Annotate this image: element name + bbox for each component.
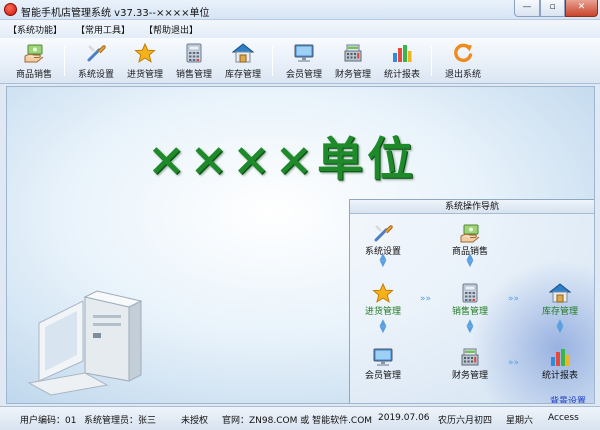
- star-icon: [134, 42, 156, 63]
- nav-label: 会员管理: [364, 371, 401, 381]
- nav-label: 统计报表: [541, 371, 578, 381]
- toolbar-label: 进货管理: [126, 70, 163, 80]
- product-sales-button[interactable]: 商品销售: [6, 40, 62, 82]
- nav-label: 进货管理: [364, 307, 401, 317]
- system-settings-button[interactable]: 系统设置: [68, 40, 124, 82]
- cash-register-icon: [344, 44, 362, 62]
- status-lunar-date: 农历六月初四: [438, 416, 493, 426]
- warehouse-icon: [549, 283, 571, 303]
- flow-arrow-down-icon: ▲ ▼: [379, 252, 387, 269]
- bar-chart-icon: [551, 349, 570, 366]
- status-bar: 用户编码：01 系统管理员：张三 未授权 官网：ZN98.COM 或 智能软件.…: [0, 406, 600, 430]
- toolbar-label: 会员管理: [285, 70, 322, 80]
- sales-management-button[interactable]: 销售管理: [166, 40, 222, 82]
- flow-arrow-down-icon: ▲ ▼: [466, 318, 474, 335]
- cash-hand-icon: [460, 224, 480, 243]
- tools-icon: [87, 45, 106, 62]
- maximize-button[interactable]: ▫: [540, 0, 565, 17]
- toolbar-label: 统计报表: [383, 70, 420, 80]
- exit-system-button[interactable]: 退出系统: [435, 40, 491, 82]
- purchase-management-button[interactable]: 进货管理: [117, 40, 173, 82]
- tools-icon: [374, 225, 393, 242]
- status-weekday: 星期六: [506, 416, 534, 426]
- title-bar: 智能手机店管理系统 v37.33--××××单位 — ▫ ✕: [0, 0, 600, 20]
- cash-register-icon: [461, 348, 479, 366]
- bar-chart-icon: [393, 45, 412, 62]
- nav-label: 财务管理: [451, 371, 488, 381]
- star-icon: [372, 282, 394, 303]
- operation-navigation-panel: 系统操作导航 系统设置 商品销售 ▲ ▼ ▲ ▼ 进货管理 »» 销售管理 »»…: [349, 199, 594, 403]
- close-button[interactable]: ✕: [565, 0, 598, 17]
- toolbar-separator: [64, 46, 65, 76]
- toolbar-separator: [272, 46, 273, 76]
- status-user-code: 用户编码：01: [20, 416, 77, 426]
- finance-management-button[interactable]: 财务管理: [325, 40, 381, 82]
- main-workspace: ××××单位 系统操作导航 系统设置 商品销售 ▲ ▼ ▲ ▼ 进货管理 »» …: [6, 86, 595, 404]
- monitor-icon: [294, 44, 314, 62]
- calculator-icon: [186, 43, 202, 63]
- statistics-report-button[interactable]: 统计报表: [374, 40, 430, 82]
- status-operator: 系统管理员：张三: [84, 416, 157, 426]
- toolbar-label: 系统设置: [77, 70, 114, 80]
- flow-arrow-right-icon: »»: [508, 294, 520, 304]
- flow-arrow-up-icon: ▲ ▼: [466, 252, 474, 269]
- flow-arrow-down-icon: ▲ ▼: [556, 318, 564, 335]
- inventory-management-button[interactable]: 库存管理: [215, 40, 271, 82]
- toolbar-separator: [431, 46, 432, 76]
- toolbar-label: 销售管理: [175, 70, 212, 80]
- window-title: 智能手机店管理系统 v37.33--××××单位: [21, 8, 210, 19]
- nav-label: 销售管理: [451, 307, 488, 317]
- decorative-glow: [470, 260, 594, 403]
- menu-bar: 【系统功能】 【常用工具】 【帮助退出】: [0, 20, 600, 38]
- toolbar: 商品销售 系统设置 进货管理 销售管理 库存管理 会员管理 财务管理 统计报表 …: [0, 38, 600, 84]
- company-banner: ××××单位: [147, 132, 418, 186]
- status-license: 未授权: [181, 416, 209, 426]
- toolbar-label: 财务管理: [334, 70, 371, 80]
- toolbar-label: 退出系统: [444, 70, 481, 80]
- flow-arrow-right-icon: »»: [420, 294, 432, 304]
- status-website: 官网：ZN98.COM 或 智能软件.COM: [222, 416, 373, 426]
- app-logo-icon: [4, 3, 17, 16]
- status-database: Access: [548, 413, 579, 423]
- toolbar-label: 商品销售: [15, 70, 52, 80]
- minimize-button[interactable]: —: [514, 0, 540, 17]
- refresh-exit-icon: [454, 43, 473, 63]
- warehouse-icon: [232, 43, 254, 63]
- status-date: 2019.07.06: [378, 413, 430, 423]
- member-management-button[interactable]: 会员管理: [276, 40, 332, 82]
- flow-arrow-right-icon: »»: [508, 358, 520, 368]
- desktop-computer-illustration: [27, 290, 143, 396]
- nav-label: 库存管理: [541, 307, 578, 317]
- background-settings-link[interactable]: 背景设置: [550, 394, 586, 403]
- menu-common-tools[interactable]: 【常用工具】: [76, 23, 130, 36]
- calculator-icon: [462, 283, 478, 303]
- flow-arrow-down-icon: ▲ ▼: [379, 318, 387, 335]
- navigation-title: 系统操作导航: [350, 200, 594, 214]
- toolbar-label: 库存管理: [224, 70, 261, 80]
- menu-system-functions[interactable]: 【系统功能】: [8, 23, 62, 36]
- menu-help-exit[interactable]: 【帮助退出】: [144, 23, 198, 36]
- cash-hand-icon: [24, 44, 44, 63]
- monitor-icon: [373, 348, 393, 366]
